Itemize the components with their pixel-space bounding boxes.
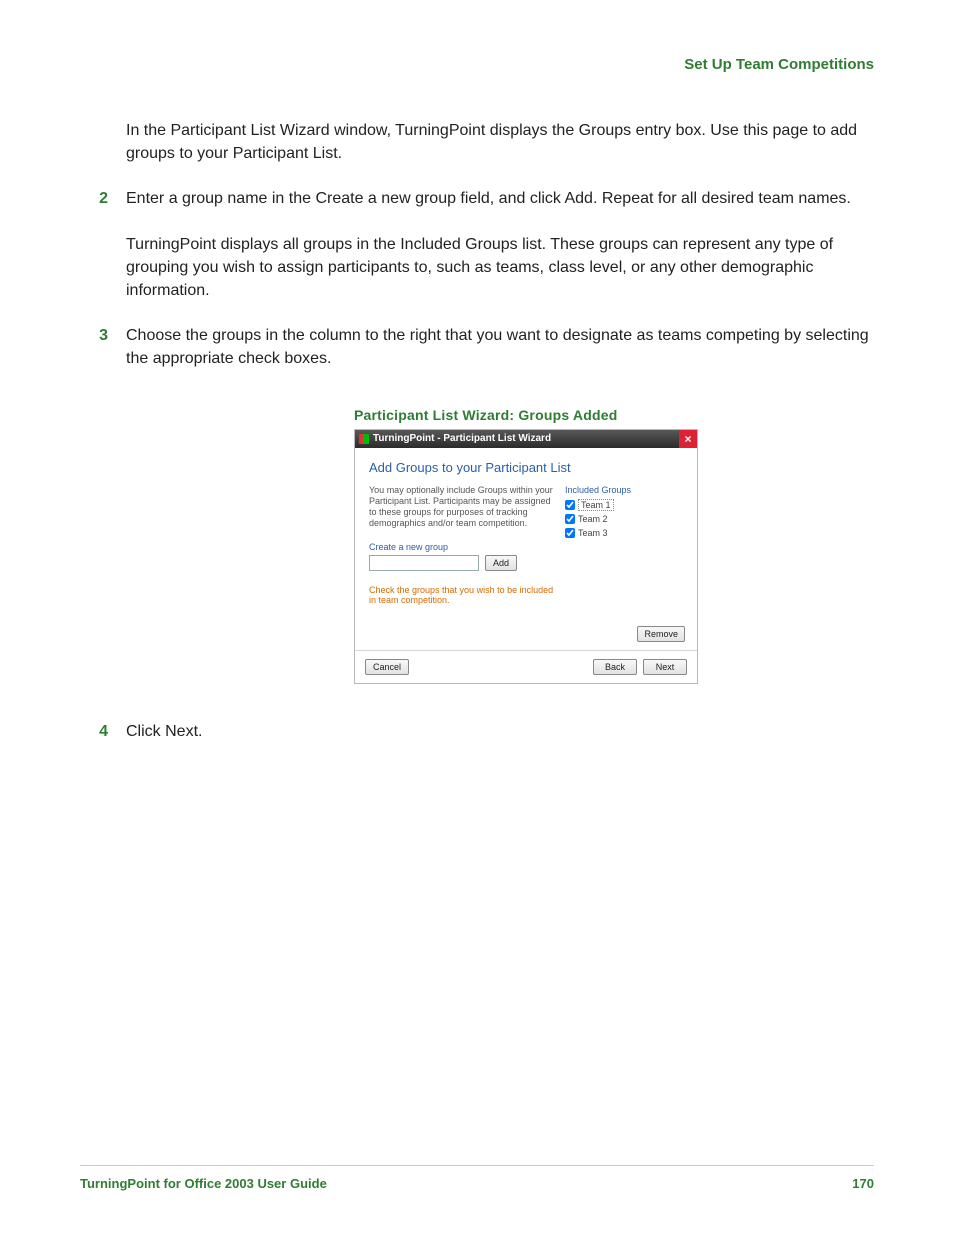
check-hint-text: Check the groups that you wish to be inc… (369, 585, 555, 607)
page-footer: TurningPoint for Office 2003 User Guide … (80, 1165, 874, 1191)
step-3-number: 3 (80, 324, 126, 370)
add-button[interactable]: Add (485, 555, 517, 571)
wizard-footer: Cancel Back Next (355, 650, 697, 683)
figure-caption: Participant List Wizard: Groups Added (354, 407, 874, 423)
step-2-text: Enter a group name in the Create a new g… (126, 187, 851, 210)
wizard-window: TurningPoint - Participant List Wizard ×… (354, 429, 698, 684)
page-number: 170 (852, 1176, 874, 1191)
included-groups-label: Included Groups (565, 485, 685, 495)
step-2-followup: TurningPoint displays all groups in the … (126, 233, 874, 303)
app-icon (359, 434, 369, 444)
list-item[interactable]: Team 1 (565, 498, 685, 512)
step-2-number: 2 (80, 187, 126, 210)
group-checkbox[interactable] (565, 528, 575, 538)
step-4-text: Click Next. (126, 720, 202, 743)
group-label: Team 1 (578, 499, 614, 511)
remove-button[interactable]: Remove (637, 626, 685, 642)
create-group-input[interactable] (369, 555, 479, 571)
wizard-title: TurningPoint - Participant List Wizard (373, 433, 551, 444)
section-header: Set Up Team Competitions (80, 56, 874, 73)
footer-title: TurningPoint for Office 2003 User Guide (80, 1176, 327, 1191)
cancel-button[interactable]: Cancel (365, 659, 409, 675)
step-3-text: Choose the groups in the column to the r… (126, 324, 874, 370)
group-checkbox[interactable] (565, 514, 575, 524)
next-button[interactable]: Next (643, 659, 687, 675)
close-icon[interactable]: × (679, 430, 697, 448)
create-group-label: Create a new group (369, 542, 555, 552)
back-button[interactable]: Back (593, 659, 637, 675)
included-groups-list: Team 1 Team 2 Team 3 (565, 498, 685, 540)
list-item[interactable]: Team 2 (565, 512, 685, 526)
step-3: 3 Choose the groups in the column to the… (80, 324, 874, 370)
group-label: Team 2 (578, 514, 608, 524)
wizard-heading: Add Groups to your Participant List (369, 460, 685, 475)
step-4-number: 4 (80, 720, 126, 743)
list-item[interactable]: Team 3 (565, 526, 685, 540)
group-label: Team 3 (578, 528, 608, 538)
wizard-intro-text: You may optionally include Groups within… (369, 485, 555, 530)
wizard-titlebar: TurningPoint - Participant List Wizard × (355, 430, 697, 448)
step-2: 2 Enter a group name in the Create a new… (80, 187, 874, 210)
intro-paragraph: In the Participant List Wizard window, T… (126, 119, 874, 165)
step-4: 4 Click Next. (80, 720, 874, 743)
group-checkbox[interactable] (565, 500, 575, 510)
